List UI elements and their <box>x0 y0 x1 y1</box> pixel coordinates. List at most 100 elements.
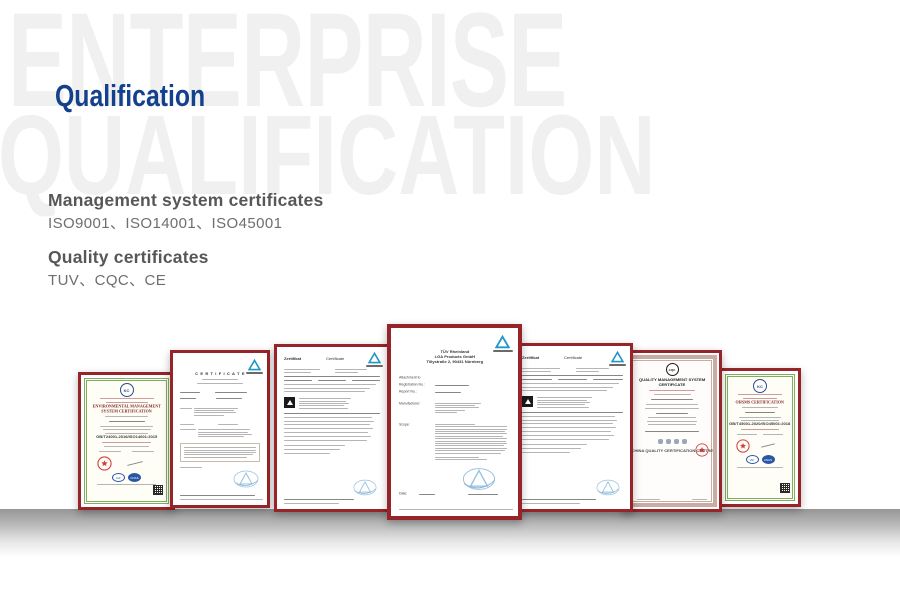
divider-line <box>284 413 380 414</box>
text-line <box>435 403 481 404</box>
field-row: Manufacturer: <box>399 401 510 414</box>
text-line <box>522 452 570 453</box>
text-line <box>184 454 253 455</box>
text-line <box>646 404 698 405</box>
management-certificates-list: ISO9001、ISO14001、ISO45001 <box>48 212 282 233</box>
text-line <box>651 399 692 401</box>
field-label <box>180 408 192 409</box>
kc-emblem-icon: KC <box>120 383 134 397</box>
field-label: Report No.: <box>399 390 419 393</box>
text-line <box>335 369 367 370</box>
qr-code-icon <box>153 485 163 495</box>
text-line <box>299 403 349 404</box>
text-line <box>648 417 697 418</box>
field-row <box>180 396 260 400</box>
fields-block: Attachment to Registration No.: Report N… <box>399 374 510 462</box>
certificate-page: TÜV Rheinland LGA Products GmbH Tillystr… <box>391 328 518 516</box>
signature-line <box>468 494 498 495</box>
cert-standard: GB/T24001-2016/ISO14001:2015 <box>96 435 157 440</box>
badge-icon <box>682 439 687 444</box>
meta-columns <box>284 368 380 374</box>
footer-line <box>399 509 513 510</box>
text-line <box>435 450 505 451</box>
text-line <box>647 421 697 422</box>
cert-title-line: CERTIFICATE <box>659 383 686 388</box>
text-line <box>100 398 154 399</box>
management-certificates-title: Management system certificates <box>48 190 323 211</box>
field-row <box>180 422 260 426</box>
text-line <box>435 438 507 439</box>
text-line <box>184 450 256 451</box>
field-label <box>180 392 200 393</box>
meta-col <box>335 368 380 374</box>
cert-header: Tillystraße 2, 90431 Nürnberg <box>426 360 483 365</box>
text-line <box>576 371 600 372</box>
text-line <box>102 442 152 443</box>
table-head <box>284 379 380 383</box>
text-line <box>649 390 695 391</box>
text-line <box>656 413 687 414</box>
certificate-ohsms[interactable]: KC OHSMS CERTIFICATION GB/T45001-2020/IS… <box>719 368 801 507</box>
certificate-zertifikat-right[interactable]: Zertifikat Certificate <box>512 343 633 512</box>
col-label <box>522 379 552 380</box>
text-line <box>435 426 507 427</box>
text-line <box>284 428 373 429</box>
certificate-cqc-quality-management[interactable]: CQC QUALITY MANAGEMENT SYSTEM CERTIFICAT… <box>622 350 722 512</box>
col-label <box>318 380 346 381</box>
cert-title-line: SYSTEM CERTIFICATION <box>101 409 151 414</box>
text-line <box>100 426 153 427</box>
cert-title-en: Certificate <box>326 357 344 362</box>
qr-code-icon <box>780 483 790 493</box>
cert-header: LGA Products GmbH <box>434 355 474 360</box>
text-line <box>198 429 250 430</box>
certificate-zertifikat-left[interactable]: Zertifikat Certificate <box>274 344 390 512</box>
footer-line <box>284 503 339 504</box>
certificate-page: KC ENVIRONMENTAL MANAGEMENT SYSTEM CERTI… <box>81 375 172 507</box>
text-line <box>197 383 243 384</box>
text-line <box>184 447 256 448</box>
badge-icon <box>658 439 663 444</box>
field-row: Scope: <box>399 422 510 461</box>
text-line <box>435 405 475 406</box>
seal-row <box>736 438 784 453</box>
meta-col <box>284 368 329 374</box>
text-line <box>104 446 149 447</box>
text-line <box>737 467 783 468</box>
field-value <box>218 424 238 425</box>
text-line <box>435 448 507 449</box>
text-line <box>738 394 782 395</box>
triangle-glyph <box>525 399 531 404</box>
mark-row <box>522 396 623 409</box>
field-row <box>180 391 260 395</box>
certificate-environmental-management[interactable]: KC ENVIRONMENTAL MANAGEMENT SYSTEM CERTI… <box>78 372 175 510</box>
text-line <box>435 445 504 446</box>
blue-stamp-icon <box>462 466 496 492</box>
text-line <box>522 390 607 391</box>
badge-icon <box>674 439 679 444</box>
text-line <box>537 402 590 403</box>
address-line <box>180 495 255 496</box>
tuv-mark-icon <box>284 397 295 408</box>
text-line <box>435 429 507 430</box>
badge-icon <box>666 439 671 444</box>
text-line <box>435 453 501 454</box>
text-line <box>654 394 691 395</box>
text-line <box>435 407 479 408</box>
table-head <box>522 378 623 382</box>
field-value <box>435 385 469 386</box>
text-line <box>537 404 585 405</box>
text-line <box>103 429 151 430</box>
text-line <box>335 372 358 373</box>
text-line <box>284 440 367 441</box>
blue-stamp-icon <box>353 478 377 497</box>
meta-col <box>522 367 570 373</box>
cnas-badge-icon: CNAS <box>128 473 141 482</box>
field-label: Attachment to <box>399 376 419 379</box>
certificate-tuv-rheinland-lga[interactable]: TÜV Rheinland LGA Products GmbH Tillystr… <box>387 324 522 520</box>
cert-header: TÜV Rheinland <box>440 350 469 355</box>
date-row: Date: <box>399 491 439 497</box>
red-seal-icon <box>736 439 750 453</box>
kc-emblem-icon: KC <box>753 379 767 393</box>
text-line <box>97 484 156 485</box>
certificate-tuv[interactable]: C E R T I F I C A T E <box>170 350 270 508</box>
